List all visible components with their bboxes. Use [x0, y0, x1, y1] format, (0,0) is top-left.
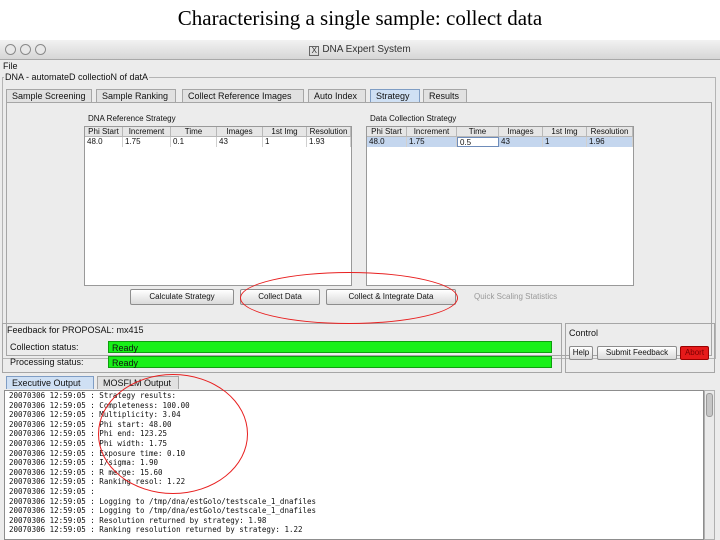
col-header[interactable]: Phi Start [367, 127, 407, 137]
col-header[interactable]: Phi Start [85, 127, 123, 137]
col-header[interactable]: Time [457, 127, 499, 137]
table-cell[interactable]: 1 [263, 137, 307, 147]
log-line: 20070306 12:59:05 : Strategy results: [9, 391, 177, 400]
log-line: 20070306 12:59:05 : R merge: 15.60 [9, 467, 163, 477]
abort-button[interactable]: Abort [680, 346, 709, 360]
col-header[interactable]: Time [171, 127, 217, 137]
col-header[interactable]: Images [217, 127, 263, 137]
table-cell[interactable]: 1.96 [587, 137, 633, 147]
col-header[interactable]: Increment [123, 127, 171, 137]
col-header[interactable]: 1st Img [263, 127, 307, 137]
collection-strategy-table[interactable]: Phi Start Increment Time Images 1st Img … [366, 126, 634, 286]
feedback-title: Feedback for PROPOSAL: mx415 [7, 325, 144, 335]
tab-auto-index[interactable]: Auto Index [308, 89, 366, 102]
log-line: 20070306 12:59:05 : Exposure time: 0.10 [9, 448, 186, 458]
log-line: 20070306 12:59:05 : Logging to /tmp/dna/… [9, 496, 317, 506]
slide-title: Characterising a single sample: collect … [177, 6, 543, 30]
table-cell[interactable]: 1.93 [307, 137, 351, 147]
table-cell[interactable]: 48.0 [367, 137, 407, 147]
group-label: DNA - automateD collectioN of datA [4, 72, 150, 82]
control-title: Control [569, 328, 599, 338]
reference-strategy-table[interactable]: Phi Start Increment Time Images 1st Img … [84, 126, 352, 286]
log-line: 20070306 12:59:05 : Completeness: 100.00 [9, 400, 190, 410]
window-title: X DNA Expert System [0, 44, 720, 56]
col-header[interactable]: 1st Img [543, 127, 587, 137]
log-line: 20070306 12:59:05 : I/sigma: 1.90 [9, 458, 159, 468]
window-title-text: DNA Expert System [322, 44, 411, 55]
log-scrollbar[interactable] [704, 390, 715, 540]
table-cell[interactable]: 1.75 [407, 137, 457, 147]
log-line: 20070306 12:59:05 : [9, 486, 95, 496]
executive-output-log[interactable]: 20070306 12:59:05 : Strategy results: 20… [4, 390, 704, 540]
log-scroll-thumb[interactable] [706, 393, 713, 417]
table-cell[interactable]: 0.1 [171, 137, 217, 147]
help-button[interactable]: Help [569, 346, 593, 360]
log-line: 20070306 12:59:05 : Phi start: 48.00 [9, 419, 172, 429]
x-window-icon: X [309, 46, 320, 56]
col-header[interactable]: Images [499, 127, 543, 137]
tab-executive-output[interactable]: Executive Output [6, 376, 94, 389]
processing-status-label: Processing status: [10, 357, 84, 367]
collection-status-label: Collection status: [10, 342, 79, 352]
log-line: 20070306 12:59:05 : Phi end: 123.25 [9, 429, 168, 439]
time-cell-editor[interactable]: 0.5 [457, 137, 499, 147]
col-header[interactable]: Resolution [587, 127, 633, 137]
table-cell[interactable]: 43 [217, 137, 263, 147]
reference-strategy-title: DNA Reference Strategy [88, 114, 176, 123]
log-line: 20070306 12:59:05 : Ranking resol: 1.22 [9, 477, 186, 487]
title-bar: X DNA Expert System [0, 40, 720, 60]
tab-sample-ranking[interactable]: Sample Ranking [96, 89, 176, 102]
log-line: 20070306 12:59:05 : Ranking resolution r… [9, 525, 303, 535]
collection-strategy-title: Data Collection Strategy [370, 114, 457, 123]
log-line: 20070306 12:59:05 : Resolution returned … [9, 515, 267, 525]
tab-strategy[interactable]: Strategy [370, 89, 420, 102]
table-cell[interactable]: 1.75 [123, 137, 171, 147]
collection-status-field: Ready [108, 341, 552, 353]
tab-collect-reference-images[interactable]: Collect Reference Images [182, 89, 304, 102]
calculate-strategy-button[interactable]: Calculate Strategy [130, 289, 234, 305]
menu-file[interactable]: File [3, 61, 18, 71]
collect-data-button[interactable]: Collect Data [240, 289, 320, 305]
table-cell[interactable]: 1 [543, 137, 587, 147]
tab-mosflm-output[interactable]: MOSFLM Output [97, 376, 179, 389]
processing-status-field: Ready [108, 356, 552, 368]
log-line: 20070306 12:59:05 : Phi width: 1.75 [9, 438, 168, 448]
tab-results[interactable]: Results [423, 89, 467, 102]
col-header[interactable]: Resolution [307, 127, 351, 137]
menu-bar: File [0, 61, 720, 72]
tab-sample-screening[interactable]: Sample Screening [6, 89, 92, 102]
collect-integrate-button[interactable]: Collect & Integrate Data [326, 289, 456, 305]
table-cell[interactable]: 43 [499, 137, 543, 147]
log-line: 20070306 12:59:05 : Multiplicity: 3.04 [9, 410, 181, 420]
app-window: X DNA Expert System File DNA - automateD … [0, 40, 720, 540]
table-cell[interactable]: 48.0 [85, 137, 123, 147]
col-header[interactable]: Increment [407, 127, 457, 137]
log-line: 20070306 12:59:05 : Logging to /tmp/dna/… [9, 506, 317, 516]
submit-feedback-button[interactable]: Submit Feedback [597, 346, 677, 360]
quick-scaling-button[interactable]: Quick Scaling Statistics [474, 292, 557, 301]
